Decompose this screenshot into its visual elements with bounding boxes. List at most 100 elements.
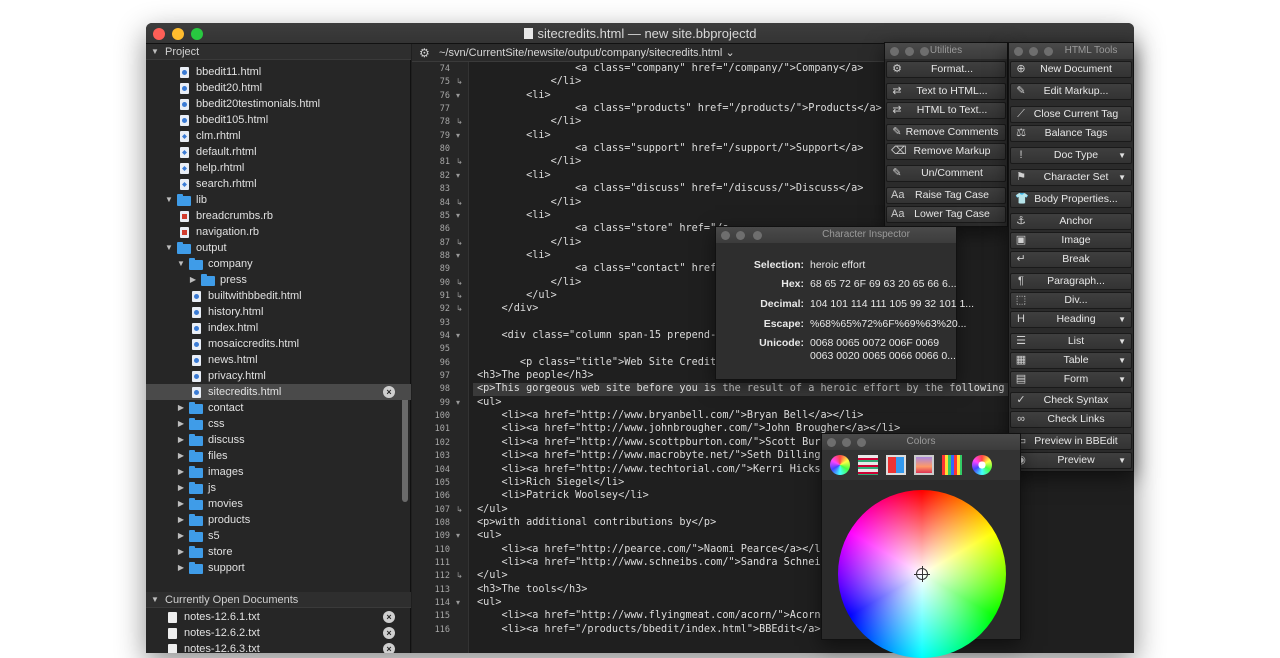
html-tool-button[interactable]: ▭ Preview in BBEdit [1010,433,1132,450]
fold-triangle-icon[interactable]: ▾ [456,211,460,220]
inspector-value[interactable]: 104 101 114 111 105 99 32 101 1... [810,298,974,310]
palette-zoom-button[interactable] [920,47,929,56]
color-wheel[interactable] [838,490,1006,658]
fold-end-icon[interactable]: ↳ [456,117,463,126]
utility-button[interactable]: ✎ Un/Comment [886,165,1006,182]
open-document-row[interactable]: notes-12.6.2.txt × [146,625,411,641]
code-line[interactable]: <li><a href="http://www.flyingmeat.com/a… [477,610,839,621]
html-tool-button[interactable]: ∞ Check Links [1010,411,1132,428]
inspector-value[interactable]: %68%65%72%6F%69%63%20... [810,318,966,330]
disclosure-closed-icon[interactable]: ▶ [176,416,186,432]
disclosure-open-icon[interactable]: ▼ [164,240,174,256]
fold-end-icon[interactable]: ↳ [456,238,463,247]
code-line[interactable]: </li> [477,237,582,248]
disclosure-closed-icon[interactable]: ▶ [176,448,186,464]
code-line[interactable]: </ul> [477,570,508,581]
sidebar-row[interactable]: sitecredits.html × [146,384,411,400]
code-line[interactable]: </li> [477,116,582,127]
fold-triangle-icon[interactable]: ▾ [456,91,460,100]
fold-end-icon[interactable]: ↳ [456,157,463,166]
palette-zoom-button[interactable] [1044,47,1053,56]
code-line[interactable]: <li> [477,170,551,181]
code-line[interactable]: <h3>The tools</h3> [477,584,587,595]
code-line[interactable]: <p>This gorgeous web site before you is … [477,383,1041,394]
pencils-mode-icon[interactable] [942,455,962,475]
code-line[interactable]: <li><a href="http://www.scottpburton.com… [477,437,845,448]
code-line[interactable]: <li><a href="http://www.techtorial.com/"… [477,464,833,475]
fold-end-icon[interactable]: ↳ [456,571,463,580]
code-line[interactable]: <li> [477,90,551,101]
sidebar-row[interactable]: ▶ js [146,480,411,496]
fold-end-icon[interactable]: ↳ [456,304,463,313]
open-document-row[interactable]: notes-12.6.1.txt × [146,609,411,625]
html-tool-button[interactable]: ▤ Form ▼ [1010,371,1132,388]
html-tool-button[interactable]: ▣ Image [1010,232,1132,249]
code-line[interactable]: <p class="title">Web Site Credits</ [477,357,735,368]
html-tool-button[interactable]: ⚓ Anchor [1010,213,1132,230]
code-line[interactable]: <a class="company" href="/company/">Comp… [477,63,863,74]
code-line[interactable]: <p>with additional contributions by</p> [477,517,716,528]
color-wheel-mode-icon[interactable] [830,455,850,475]
disclosure-closed-icon[interactable]: ▶ [176,512,186,528]
html-tool-button[interactable]: ✎ Edit Markup... [1010,83,1132,100]
palette-close-button[interactable] [827,438,836,447]
utility-button[interactable]: ⚙ Format... [886,61,1006,78]
fold-triangle-icon[interactable]: ▾ [456,171,460,180]
utility-button[interactable]: ⌫ Remove Markup [886,143,1006,160]
file-path[interactable]: ~/svn/CurrentSite/newsite/output/company… [439,44,735,62]
inspector-value[interactable]: heroic effort [810,259,865,271]
code-line[interactable]: <li> [477,250,551,261]
project-header[interactable]: ▼ Project [146,44,411,60]
html-tool-button[interactable]: ⊕ New Document [1010,61,1132,78]
inspector-value[interactable]: 0068 0065 0072 006F 0069 [810,337,939,349]
close-document-icon[interactable]: × [383,386,395,398]
palette-minimize-button[interactable] [736,231,745,240]
sidebar-row[interactable]: ▶ discuss [146,432,411,448]
color-wheel-picker-icon[interactable] [972,455,992,475]
fold-end-icon[interactable]: ↳ [456,505,463,514]
fold-triangle-icon[interactable]: ▾ [456,251,460,260]
disclosure-closed-icon[interactable]: ▶ [176,480,186,496]
utility-button[interactable]: ⇄ HTML to Text... [886,102,1006,119]
html-tool-button[interactable]: H Heading ▼ [1010,311,1132,328]
utility-button[interactable]: Aa Raise Tag Case [886,187,1006,204]
code-line[interactable]: </li> [477,76,582,87]
disclosure-triangle-icon[interactable]: ▼ [150,592,160,608]
sidebar-row[interactable]: ▶ support [146,560,411,576]
fold-triangle-icon[interactable]: ▾ [456,131,460,140]
html-tool-button[interactable]: ↵ Break [1010,251,1132,268]
disclosure-open-icon[interactable]: ▼ [176,256,186,272]
sidebar-row[interactable]: ▼ output [146,240,411,256]
sidebar-row[interactable]: bbedit20testimonials.html [146,96,411,112]
fold-end-icon[interactable]: ↳ [456,291,463,300]
sidebar-row[interactable]: ▶ store [146,544,411,560]
code-line[interactable]: </ul> [477,290,557,301]
code-line[interactable]: <li>Rich Siegel</li> [477,477,625,488]
code-line[interactable]: <li><a href="http://www.bryanbell.com/">… [477,410,864,421]
sidebar-row[interactable]: breadcrumbs.rb [146,208,411,224]
fold-end-icon[interactable]: ↳ [456,278,463,287]
palette-close-button[interactable] [1014,47,1023,56]
sidebar-row[interactable]: ▶ press [146,272,411,288]
sidebar-row[interactable]: ▶ css [146,416,411,432]
code-line[interactable]: </ul> [477,504,508,515]
disclosure-open-icon[interactable]: ▼ [164,192,174,208]
palette-close-button[interactable] [890,47,899,56]
open-documents-header[interactable]: ▼ Currently Open Documents [146,592,411,608]
sidebar-row[interactable]: news.html [146,352,411,368]
disclosure-closed-icon[interactable]: ▶ [176,432,186,448]
palette-zoom-button[interactable] [753,231,762,240]
html-tool-button[interactable]: ⟋ Close Current Tag [1010,106,1132,123]
disclosure-closed-icon[interactable]: ▶ [176,560,186,576]
gear-icon[interactable]: ⚙ [419,44,430,62]
html-tool-button[interactable]: 👕 Body Properties... [1010,191,1132,208]
code-line[interactable]: </div> [477,303,539,314]
code-line[interactable]: </li> [477,197,582,208]
sidebar-row[interactable]: ▼ company [146,256,411,272]
html-tool-button[interactable]: ⚖ Balance Tags [1010,125,1132,142]
palette-minimize-button[interactable] [905,47,914,56]
palette-close-button[interactable] [721,231,730,240]
sidebar-row[interactable]: search.rhtml [146,176,411,192]
code-line[interactable]: <ul> [477,597,502,608]
close-document-icon[interactable]: × [383,643,395,653]
